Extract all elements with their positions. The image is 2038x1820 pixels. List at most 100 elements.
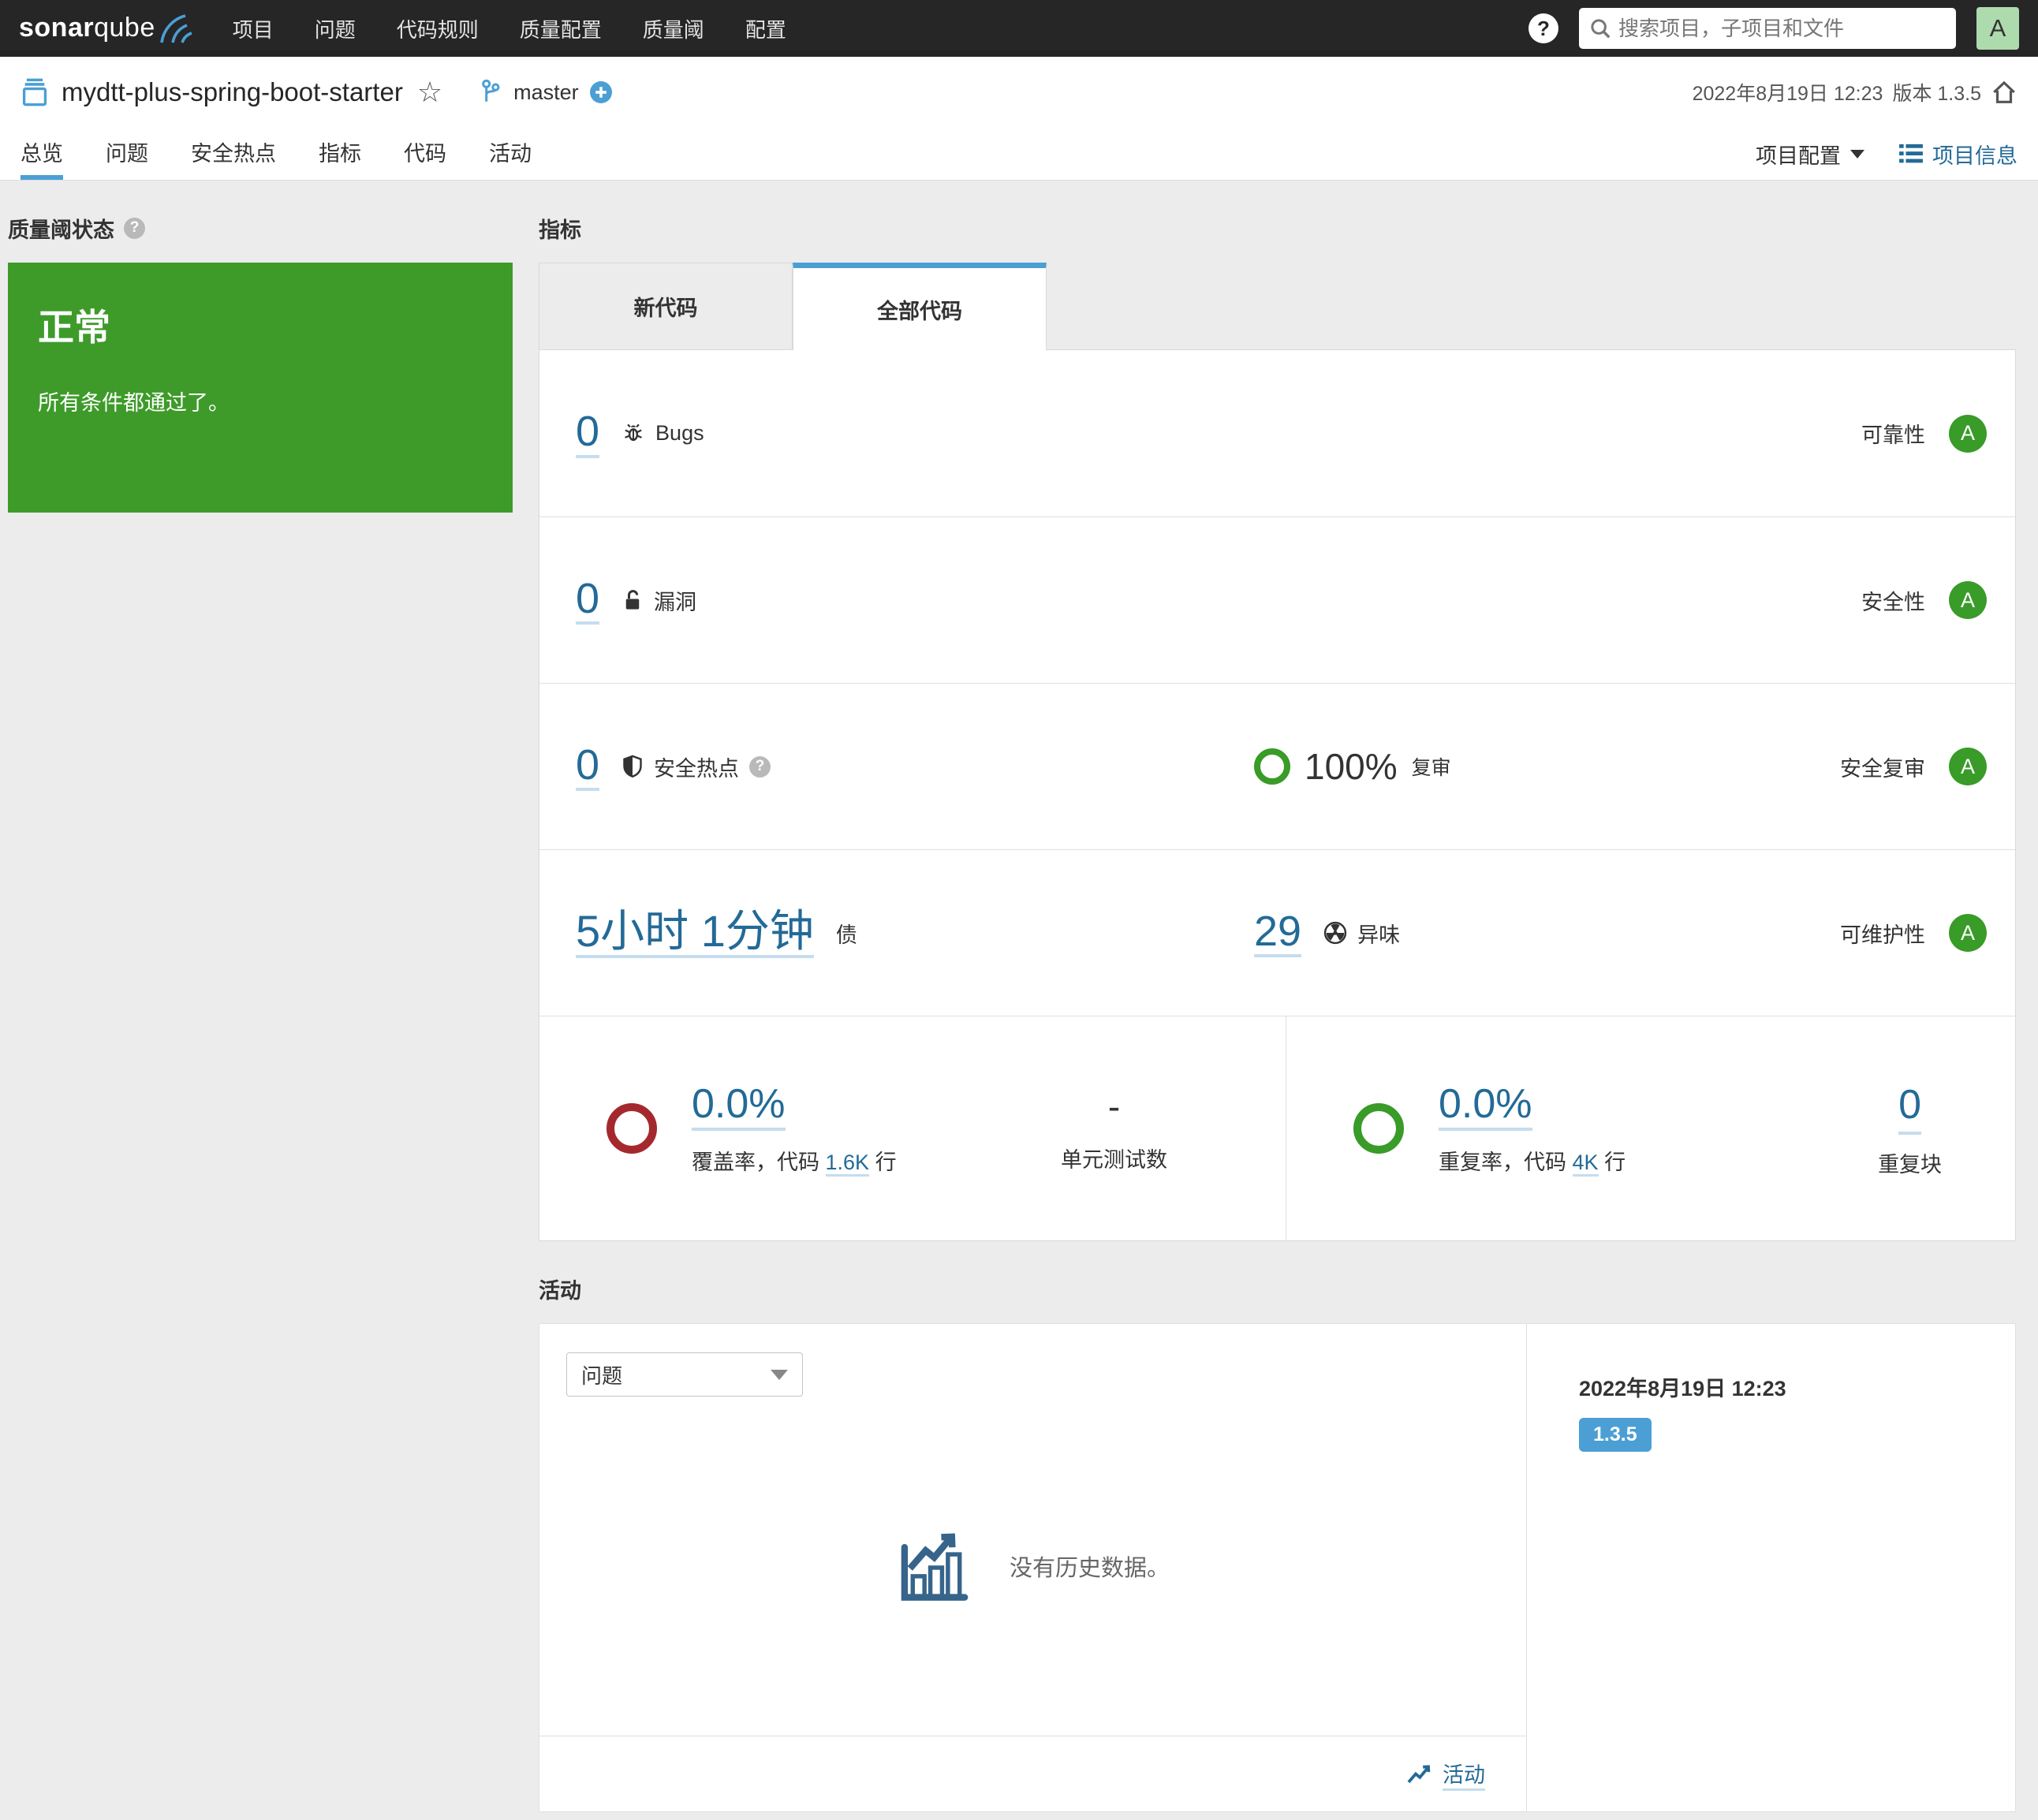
version-badge: 1.3.5 [1579,1418,1652,1452]
hotspots-row: 0 安全热点 ? 100% 复审 安全复审 A [539,683,2015,849]
tab-issues[interactable]: 问题 [106,128,148,180]
overview-content: 质量阈状态 ? 正常 所有条件都通过了。 指标 新代码 全部代码 0 Bugs … [0,181,2038,1820]
tab-overall-code[interactable]: 全部代码 [793,263,1047,350]
branch-selector: master [479,79,612,106]
review-label: 复审 [1411,757,1451,779]
menu-quality-profiles[interactable]: 质量配置 [520,14,602,43]
branch-name[interactable]: master [513,80,579,105]
help-icon[interactable]: ? [1528,13,1558,43]
security-label: 安全性 [1861,590,1925,614]
graph-type-select[interactable]: 问题 [566,1352,803,1397]
debt-label: 债 [835,923,857,947]
vulnerabilities-row: 0 漏洞 安全性 A [539,517,2015,683]
coverage-label-prefix: 覆盖率，代码 [692,1151,819,1175]
coverage-percent-link[interactable]: 0.0% [692,1081,786,1132]
project-icon [22,78,47,106]
unit-tests-group: - 单元测试数 [1061,1083,1167,1174]
duplicated-blocks-link[interactable]: 0 [1898,1079,1922,1136]
duplication-percent-link[interactable]: 0.0% [1439,1081,1532,1132]
project-info-label: 项目信息 [1932,144,2017,168]
favorite-star-icon[interactable]: ☆ [417,78,442,106]
select-caret-icon [771,1369,788,1380]
menu-quality-gates[interactable]: 质量阈 [643,14,704,43]
activity-sidebar: 2022年8月19日 12:23 1.3.5 [1526,1324,2015,1811]
hotspots-help-icon[interactable]: ? [749,755,771,778]
sonarqube-logo[interactable]: sonarqube [19,13,195,44]
shield-icon [623,755,642,778]
reliability-label: 可靠性 [1861,423,1925,447]
activity-card: 问题 没有历史数据。 活动 2022年8月19日 12:23 1.3.5 [539,1323,2016,1812]
review-ring-indicator [1254,748,1290,785]
top-navbar: sonarqube 项目 问题 代码规则 质量配置 质量阈 配置 ? A [0,0,2038,57]
security-review-rating-badge[interactable]: A [1949,748,1987,785]
project-title: mydtt-plus-spring-boot-starter [62,77,403,106]
vulnerabilities-count-link[interactable]: 0 [576,576,600,625]
measures-title: 指标 [539,218,581,242]
coverage-duplication-row: 0.0% 覆盖率，代码 1.6K 行 - 单元测试数 0.0% 重复率，代码 4… [539,1016,2015,1240]
tab-measures[interactable]: 指标 [319,128,361,180]
measures-title-row: 指标 [539,212,2016,244]
project-config-dropdown[interactable]: 项目配置 [1756,139,1864,170]
quality-gate-status-panel: 正常 所有条件都通过了。 [8,263,513,513]
activity-empty-state: 没有历史数据。 [539,1397,1526,1736]
activity-title-row: 活动 [539,1273,2016,1304]
search-input[interactable] [1579,8,1956,49]
sonarqube-waves-icon [159,14,192,43]
activity-link[interactable]: 活动 [1443,1758,1485,1791]
tab-activity[interactable]: 活动 [489,128,532,180]
duplication-sub: 重复率，代码 4K 行 [1439,1145,1626,1177]
trend-icon [1407,1764,1431,1783]
sonarqube-logo-text: sonarqube [19,13,155,43]
analysis-meta: 2022年8月19日 12:23 版本 1.3.5 [1693,78,2017,106]
menu-administration[interactable]: 配置 [745,14,786,43]
activity-footer: 活动 [539,1736,1526,1811]
project-info-button[interactable]: 项目信息 [1899,139,2017,170]
bar-chart-icon [901,1533,969,1601]
tab-new-code[interactable]: 新代码 [539,263,793,349]
tab-security-hotspots[interactable]: 安全热点 [191,128,276,180]
unit-tests-value: - [1107,1085,1121,1127]
activity-title: 活动 [539,1278,581,1303]
maintainability-row: 5小时 1分钟 债 29 异味 可维护性 A [539,849,2015,1016]
hotspots-count-link[interactable]: 0 [576,742,600,792]
duplication-lines-link[interactable]: 4K [1572,1151,1599,1177]
branch-icon [482,79,500,102]
analysis-date: 2022年8月19日 12:23 [1692,83,1883,105]
duplication-ring-indicator [1353,1103,1404,1154]
main-menu: 项目 问题 代码规则 质量配置 质量阈 配置 [233,14,786,43]
review-percent: 100% [1305,746,1398,787]
bug-icon [625,423,642,441]
code-smells-link[interactable]: 29 [1254,908,1302,958]
home-icon[interactable] [1991,79,2017,106]
add-branch-icon[interactable] [589,81,612,103]
coverage-panel: 0.0% 覆盖率，代码 1.6K 行 - 单元测试数 [539,1016,1286,1240]
coverage-label-suffix: 行 [875,1151,897,1175]
coverage-lines-link[interactable]: 1.6K [825,1151,870,1177]
menu-rules[interactable]: 代码规则 [397,14,479,43]
global-search [1579,8,1956,49]
duplication-label-suffix: 行 [1604,1151,1626,1175]
reliability-rating-badge[interactable]: A [1949,414,1987,453]
hotspots-label: 安全热点 [654,756,740,781]
bugs-label: Bugs [655,421,704,445]
bugs-row: 0 Bugs 可靠性 A [539,350,2015,517]
bugs-count-link[interactable]: 0 [576,408,600,458]
quality-gate-title-row: 质量阈状态 ? [8,212,513,244]
maintainability-rating-badge[interactable]: A [1949,914,1987,952]
code-smells-group: 29 异味 [1254,908,1400,958]
tab-code[interactable]: 代码 [404,128,446,180]
vulnerabilities-label: 漏洞 [654,590,697,614]
menu-issues[interactable]: 问题 [315,14,356,43]
quality-gate-help-icon[interactable]: ? [124,217,145,239]
security-rating-badge[interactable]: A [1949,581,1987,619]
menu-projects[interactable]: 项目 [233,14,274,43]
project-header: mydtt-plus-spring-boot-starter ☆ master … [0,57,2038,128]
quality-gate-message: 所有条件都通过了。 [38,391,230,415]
debt-link[interactable]: 5小时 1分钟 [576,907,814,959]
tab-overview[interactable]: 总览 [21,128,63,180]
security-review-label: 安全复审 [1840,756,1925,781]
measures-panel: 0 Bugs 可靠性 A 0 漏洞 安全性 A 0 安全热点 ? 100% 复审… [539,349,2016,1241]
measures-tabs: 新代码 全部代码 [539,263,2016,350]
measures-column: 指标 新代码 全部代码 0 Bugs 可靠性 A 0 漏洞 安全性 A 0 安全… [539,212,2016,1812]
user-avatar[interactable]: A [1976,7,2019,50]
